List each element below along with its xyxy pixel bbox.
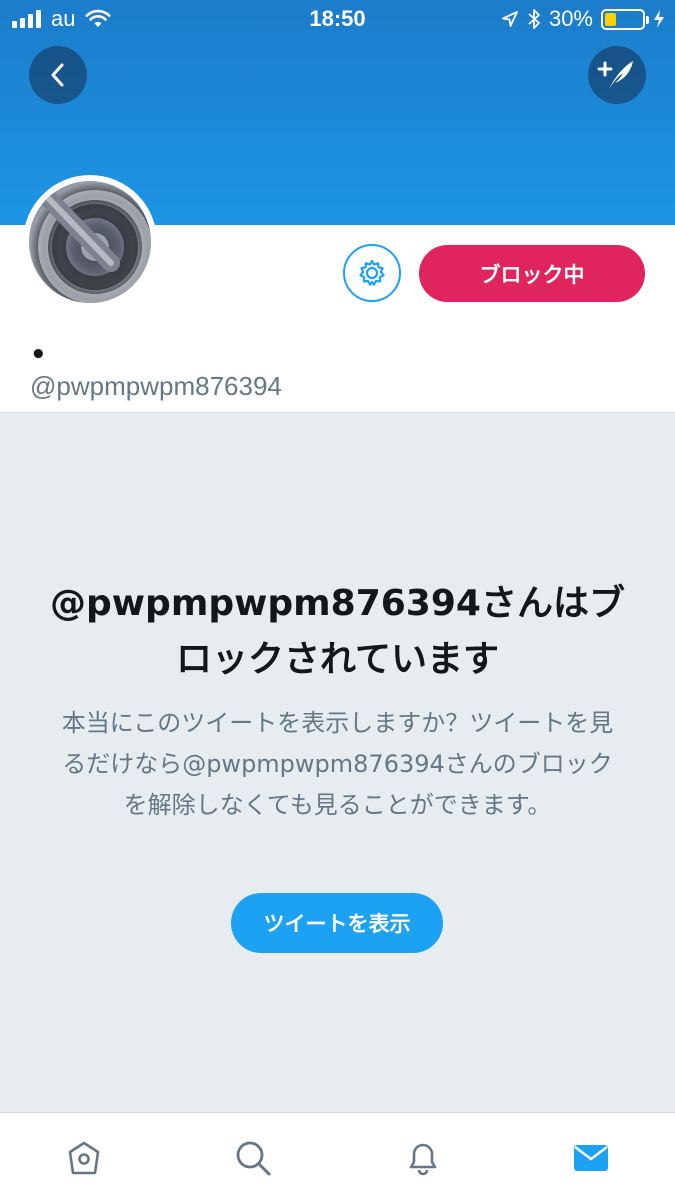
location-icon <box>502 11 518 27</box>
avatar[interactable] <box>23 175 157 309</box>
tab-home[interactable] <box>57 1131 111 1185</box>
settings-button[interactable] <box>343 244 401 302</box>
blocked-notice-panel: @pwpmpwpm876394さんはブロックされています 本当にこのツイートを表… <box>0 412 675 1112</box>
tab-search[interactable] <box>226 1131 280 1185</box>
back-button[interactable] <box>29 46 87 104</box>
messages-icon <box>574 1145 608 1171</box>
blocked-notice-body: 本当にこのツイートを表示しますか？ツイートを見るだけなら@pwpmpwpm876… <box>61 709 614 819</box>
profile-handle: @pwpmpwpm876394 <box>30 371 282 401</box>
search-icon <box>236 1141 271 1176</box>
carrier-label: au <box>51 6 76 31</box>
charging-icon <box>654 10 664 28</box>
display-name: • <box>30 340 47 370</box>
bluetooth-icon <box>528 9 540 29</box>
status-bar: au 18:50 30% <box>0 0 675 38</box>
home-icon <box>68 1141 100 1175</box>
signal-icon <box>12 10 41 28</box>
show-tweets-button[interactable]: ツイートを表示 <box>231 893 443 953</box>
avatar-image <box>29 181 151 303</box>
blocked-notice-title: @pwpmpwpm876394さんはブロックされています <box>50 583 625 680</box>
tab-messages[interactable] <box>564 1131 618 1185</box>
tab-notifications[interactable] <box>396 1131 450 1185</box>
wifi-icon <box>85 9 111 27</box>
compose-tweet-icon <box>597 61 633 89</box>
blocked-button[interactable]: ブロック中 <box>419 245 645 302</box>
gear-icon <box>359 259 385 286</box>
battery-percent: 30% <box>548 6 593 31</box>
notifications-icon <box>409 1143 437 1176</box>
compose-tweet-button[interactable] <box>588 46 646 104</box>
tab-bar <box>0 1112 675 1200</box>
battery-icon <box>601 8 649 30</box>
chevron-left-icon <box>51 63 64 87</box>
